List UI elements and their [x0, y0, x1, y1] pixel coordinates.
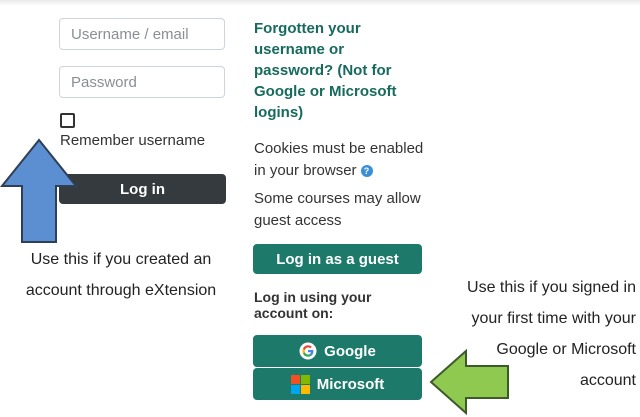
microsoft-icon: [290, 374, 310, 394]
login-button[interactable]: Log in: [59, 174, 226, 204]
google-icon: [299, 342, 317, 360]
remember-username-checkbox[interactable]: [60, 113, 75, 128]
extension-account-caption: Use this if you created an account throu…: [25, 251, 217, 299]
guest-access-note: Some courses may allow guest access: [254, 190, 421, 229]
top-edge: [0, 0, 640, 6]
social-account-caption: Use this if you signed in your first tim…: [467, 279, 636, 389]
cookies-note: Cookies must be enabled in your browser?: [254, 138, 434, 182]
left-arrow-shape: [0, 138, 79, 243]
up-arrow-icon: [0, 138, 79, 243]
google-login-button[interactable]: Google: [253, 335, 422, 367]
microsoft-button-label: Microsoft: [316, 375, 385, 393]
google-button-label: Google: [324, 342, 376, 360]
forgotten-password-link[interactable]: Forgotten your username or password? (No…: [254, 18, 424, 123]
remember-username-label: Remember username: [60, 132, 206, 149]
help-icon[interactable]: ?: [360, 165, 373, 178]
guest-login-button[interactable]: Log in as a guest: [253, 244, 422, 274]
microsoft-login-button[interactable]: Microsoft: [253, 368, 422, 400]
password-input[interactable]: [59, 66, 225, 98]
cookies-note-text: Cookies must be enabled in your browser: [254, 140, 424, 179]
oauth-heading: Log in using your account on:: [254, 289, 372, 321]
username-input[interactable]: [59, 18, 225, 50]
